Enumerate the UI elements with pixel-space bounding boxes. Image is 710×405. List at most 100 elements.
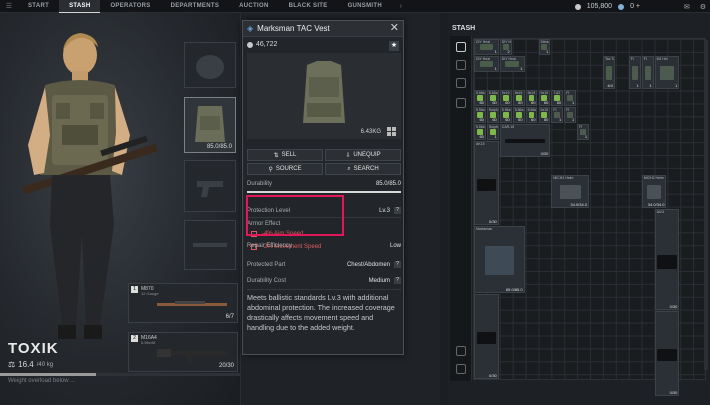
star-icon[interactable]: ★ — [389, 41, 399, 51]
settings-icon[interactable]: ⚙ — [700, 3, 706, 11]
stash-item[interactable]: FI 1 — [564, 90, 577, 107]
stash-item-label: Sulphur — [488, 125, 498, 130]
stash-item[interactable]: 0/30 — [654, 311, 680, 396]
stash-item-label: AUG — [656, 210, 665, 215]
item-image — [247, 53, 401, 139]
stash-item[interactable]: 9x19 60 — [538, 107, 551, 124]
stash-item-count: 0/30 — [489, 372, 497, 378]
stash-item[interactable]: DIY Heal 2 — [499, 39, 512, 56]
stash-item[interactable]: MICH2 Helm 34.0/34.0 — [551, 175, 590, 209]
item-description: Meets ballistic standards Lv.3 with addi… — [247, 293, 395, 332]
melee-slot[interactable] — [184, 220, 236, 270]
stash-item-icon — [476, 332, 496, 344]
tab-departments[interactable]: DEPARTMENTS — [161, 0, 230, 13]
tab-auction[interactable]: AUCTION — [229, 0, 278, 13]
vest-image — [303, 61, 345, 123]
stash-item[interactable]: FI 1 — [577, 124, 590, 141]
close-icon[interactable]: ✕ — [390, 23, 399, 34]
weapon-caliber: 5.56x45 — [141, 340, 156, 345]
stash-item[interactable]: 5.56x45 60 — [474, 124, 486, 141]
stash-item[interactable]: AK15 0/30 — [474, 141, 499, 226]
protected-part-label: Protected Part — [247, 261, 286, 268]
unequip-button[interactable]: ⇩ UNEQUIP — [325, 149, 401, 161]
stash-item[interactable]: 5.56x45 60 — [525, 107, 538, 124]
weapon-slot-primary[interactable]: 1 M870 12 Gauge 6/7 — [128, 283, 238, 323]
currency-2[interactable]: 0 + — [630, 3, 640, 10]
durability-row: Durability 85.0/85.0 — [247, 181, 401, 187]
tab-black-site[interactable]: BLACK SITE — [279, 0, 338, 13]
stash-item[interactable]: M1 Hel 1 — [654, 56, 680, 90]
stash-item[interactable]: DIY Heal 1 — [474, 39, 499, 56]
help-icon[interactable]: ? — [394, 207, 401, 214]
source-label: SOURCE — [275, 166, 302, 172]
stash-item-count: 0/30 — [540, 151, 549, 157]
stash-item[interactable]: 0/30 — [474, 294, 499, 379]
search-button[interactable]: ⌕ SEARCH — [325, 163, 401, 175]
chat-icon[interactable]: ✉ — [684, 3, 690, 11]
help-icon[interactable]: ? — [394, 277, 401, 284]
tab-operators[interactable]: OPERATORS — [100, 0, 160, 13]
stash-item-count: 60 — [492, 100, 497, 106]
stash-item[interactable]: 5.56x45 60 — [474, 90, 486, 107]
filter-icon[interactable] — [456, 364, 466, 374]
help-icon[interactable]: ? — [394, 261, 401, 268]
stash-item[interactable]: 9x19 60 — [499, 90, 512, 107]
stash-item[interactable]: Sulphur 1 — [486, 124, 499, 141]
weight-unit: /40 kg — [36, 361, 54, 368]
stash-item[interactable]: 9x19 60 — [538, 90, 551, 107]
stash-item[interactable]: 5.56x45 60 — [499, 107, 512, 124]
stash-item[interactable]: Sulphur 60 — [486, 107, 499, 124]
sort-icon[interactable] — [456, 346, 466, 356]
repair-efficiency-row: Repair Efficiency Low — [247, 243, 401, 249]
stash-item[interactable]: 5.56x45 60 — [474, 107, 486, 124]
stash-item[interactable]: 9x19 60 — [525, 90, 538, 107]
stash-item[interactable]: FI 1 — [551, 107, 564, 124]
stash-item[interactable]: FI 1 — [641, 56, 654, 90]
stash-item[interactable]: 5.56x45 60 — [486, 90, 499, 107]
stash-item-count: 4/4 — [607, 83, 613, 89]
stash-item-label: 9x19 — [540, 91, 549, 96]
stash-scrollbar[interactable] — [704, 40, 708, 370]
stash-item[interactable]: Stimulant 1 — [538, 39, 551, 56]
stash-item[interactable]: DIY Heal 1 — [499, 56, 525, 73]
top-right-icons: ✉ ⚙ — [684, 0, 706, 13]
stash-item[interactable]: Tac TA 4/4 — [603, 56, 615, 90]
pistol-icon — [197, 181, 223, 197]
stash-item[interactable]: MICH2 Helm 34.0/34.0 — [641, 175, 667, 209]
stash-item[interactable]: 5.56x45 60 — [512, 107, 525, 124]
stash-tab-icon[interactable] — [456, 42, 466, 52]
tab-start[interactable]: START — [18, 0, 59, 13]
helmet-icon — [196, 55, 224, 79]
stash-item-icon — [660, 65, 674, 80]
vest-slot[interactable]: 85.0/85.0 — [184, 97, 236, 153]
holster-slot[interactable] — [184, 160, 236, 212]
stash-item-icon — [605, 65, 612, 80]
stash-tab-icon[interactable] — [456, 60, 466, 70]
source-button[interactable]: ⚲ SOURCE — [247, 163, 323, 175]
menu-icon[interactable]: ☰ — [0, 0, 18, 13]
tab-stash[interactable]: STASH — [59, 0, 101, 13]
stash-item[interactable]: Marksman 85.0/85.0 — [474, 226, 525, 294]
lock-icon[interactable] — [456, 98, 466, 108]
stash-item[interactable]: FI 1 — [628, 56, 641, 90]
stash-item[interactable]: 7.62 60 — [551, 90, 564, 107]
weapon-slot-secondary[interactable]: 2 M16A4 5.56x45 20/30 — [128, 332, 238, 372]
stash-item[interactable]: AUG 0/30 — [654, 209, 680, 311]
stash-tab-icon[interactable] — [456, 78, 466, 88]
stash-item-icon — [476, 179, 496, 191]
weight-value: 16.4 — [18, 360, 34, 369]
stash-item-count: 1 — [636, 83, 639, 89]
stash-item-label: Tac TA — [605, 57, 615, 62]
stash-item[interactable]: DIY Heal 1 — [474, 56, 499, 73]
stash-item-label: MICH2 Helm — [643, 176, 664, 181]
stash-item[interactable]: CAR-15 0/30 — [499, 124, 551, 158]
tab-gunsmith[interactable]: GUNSMITH — [338, 0, 392, 13]
stash-item[interactable]: FI 1 — [564, 107, 577, 124]
stash-item-label: Marksman — [476, 227, 493, 232]
shotgun-icon — [157, 301, 227, 306]
next-icon[interactable]: › — [392, 0, 410, 13]
stash-item[interactable]: 9x19 60 — [512, 90, 525, 107]
helmet-slot[interactable] — [184, 42, 236, 88]
stash-item-count: 0/30 — [669, 389, 678, 395]
sell-button[interactable]: ⇅ SELL — [247, 149, 323, 161]
